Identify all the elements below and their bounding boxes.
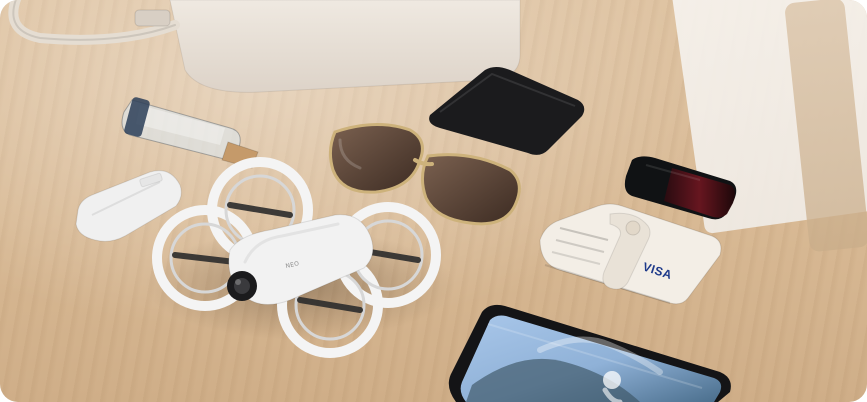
handbag (8, 0, 521, 93)
smartphone (448, 304, 731, 402)
card-wallet: VISA (539, 203, 722, 305)
scene: NEO VISA (8, 0, 737, 402)
photo-frame: NEO VISA (0, 0, 867, 402)
lipstick (624, 156, 737, 220)
perfume-bottle (121, 97, 259, 169)
